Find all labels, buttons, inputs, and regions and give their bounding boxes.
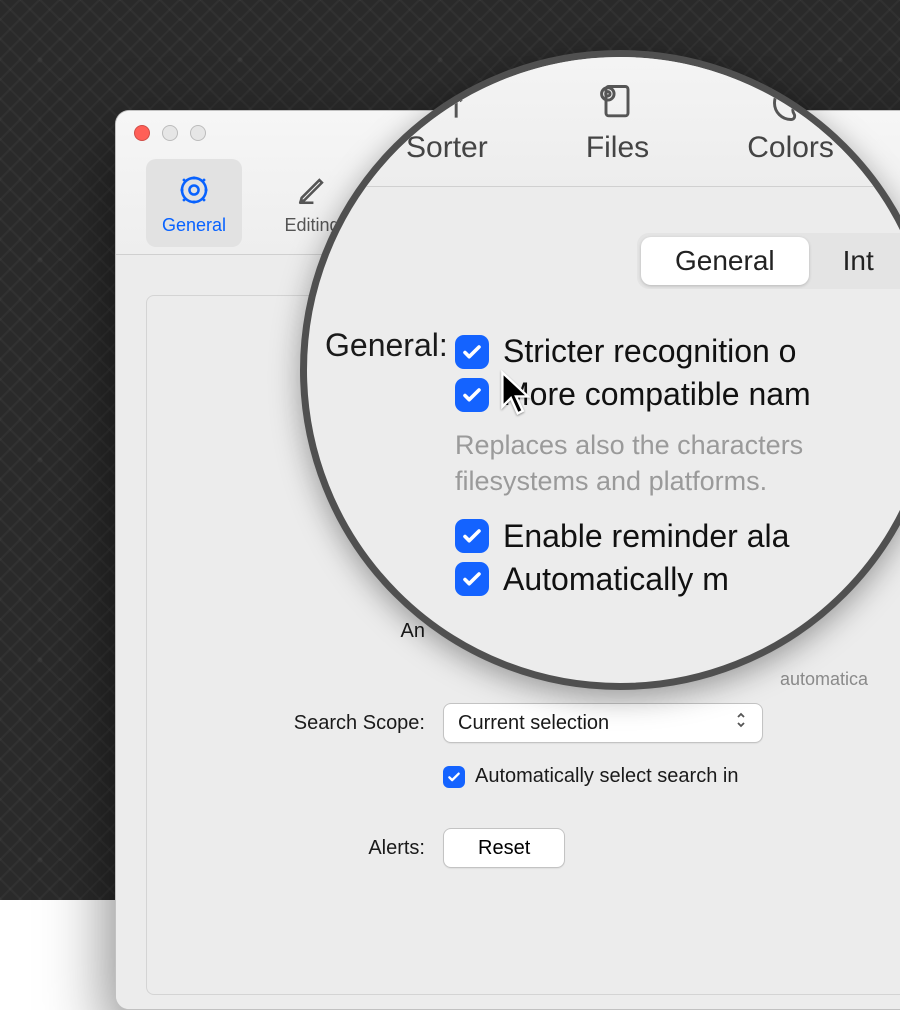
automatically-mark-checkbox[interactable]: Automatically m — [455, 561, 900, 598]
help-text: Replaces also the characters filesystems… — [455, 427, 900, 500]
magnifier-lens: Sorter Files Colors eneral — [300, 50, 900, 690]
checkbox-label: Automatically m — [503, 561, 729, 598]
close-button[interactable] — [134, 125, 150, 141]
tab-label: Sorter — [406, 131, 488, 165]
checkbox-label: Automatically select search in — [475, 765, 738, 788]
tab-label: Colors — [747, 131, 834, 165]
checkbox-label: Stricter recognition o — [503, 333, 796, 370]
zoom-button[interactable] — [190, 125, 206, 141]
auto-select-search-checkbox[interactable]: Automatically select search in — [443, 765, 900, 788]
sub-tab-label: Int — [843, 245, 874, 276]
gear-icon — [175, 171, 213, 209]
sub-tab-segmented[interactable]: General Int — [637, 233, 900, 289]
stricter-recognition-checkbox[interactable]: Stricter recognition o — [455, 333, 900, 370]
palette-icon — [765, 79, 817, 127]
checkbox-icon — [455, 519, 489, 553]
window-title-partial: eneral — [865, 127, 900, 161]
checkbox-icon — [455, 335, 489, 369]
tab-colors[interactable]: Colors — [747, 79, 834, 165]
row-label: Search Scope: — [173, 712, 443, 735]
checkbox-icon — [455, 562, 489, 596]
tab-general[interactable]: General — [146, 159, 242, 247]
row-auto-select-search: Automatically select search in — [173, 757, 900, 796]
select-value: Current selection — [458, 712, 609, 735]
files-gear-icon — [591, 79, 643, 127]
reset-alerts-button[interactable]: Reset — [443, 828, 565, 868]
tab-files[interactable]: Files — [586, 79, 649, 165]
window-traffic-lights — [134, 125, 206, 141]
checkbox-icon — [443, 766, 465, 788]
sub-tab-general[interactable]: General — [641, 237, 809, 285]
row-search-scope: Search Scope: Current selection — [173, 703, 900, 743]
search-scope-select[interactable]: Current selection — [443, 703, 763, 743]
chevron-updown-icon — [734, 711, 748, 735]
sub-tab-label: General — [675, 245, 775, 276]
tab-sorter[interactable]: Sorter — [406, 79, 488, 165]
sub-tab-interface-partial[interactable]: Int — [809, 237, 900, 285]
minimize-button[interactable] — [162, 125, 178, 141]
button-label: Reset — [478, 837, 530, 860]
checkbox-icon — [455, 378, 489, 412]
tab-label: General — [162, 215, 226, 236]
enable-reminder-alarms-checkbox[interactable]: Enable reminder ala — [455, 518, 900, 555]
checkbox-label: More compatible nam — [503, 376, 811, 413]
cursor-pointer-icon — [499, 369, 533, 403]
row-label: Alerts: — [173, 837, 443, 860]
section-label: General: — [325, 327, 455, 364]
mag-toolbar: Sorter Files Colors — [307, 57, 900, 187]
checkbox-label: Enable reminder ala — [503, 518, 789, 555]
row-alerts: Alerts: Reset — [173, 828, 900, 868]
general-settings: General: Stricter recognition o More com… — [325, 327, 900, 614]
tab-label: Files — [586, 131, 649, 165]
sorter-icon — [421, 79, 473, 127]
